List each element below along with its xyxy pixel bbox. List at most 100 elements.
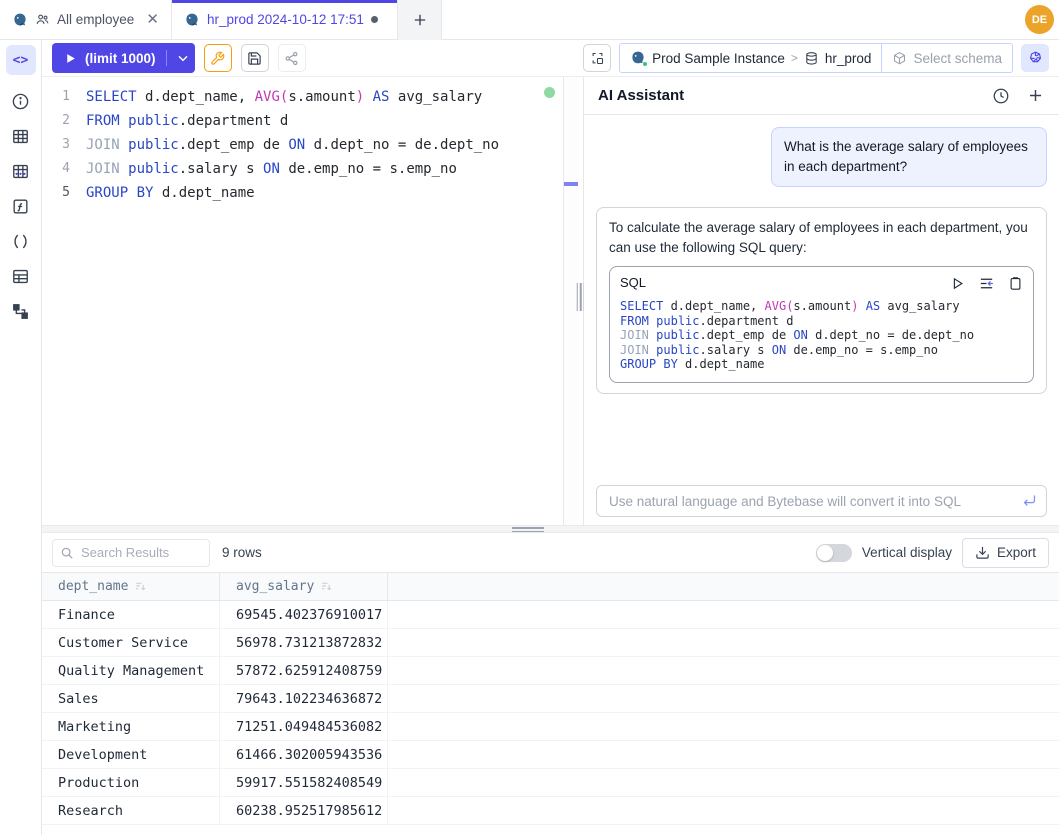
table-row[interactable]: Research60238.952517985612 [42, 797, 1059, 825]
results-grid: dept_name avg_salary Finance69545.4023769… [42, 572, 1059, 835]
tab-all-employee[interactable]: All employee ✕ [0, 0, 172, 39]
editor-line[interactable]: 4JOIN public.salary s ON de.emp_no = s.e… [42, 157, 563, 181]
sql-editor-window: All employee ✕ hr_prod 2024-10-12 17:51 … [0, 0, 1059, 835]
schema-cube-icon [892, 51, 907, 66]
schema-diagram-icon[interactable] [11, 301, 31, 321]
admin-wrench-button[interactable] [204, 44, 232, 72]
share-icon [284, 51, 299, 66]
wrench-icon [210, 51, 225, 66]
line-number: 3 [42, 133, 86, 157]
connection-status-dot [544, 87, 555, 98]
tab-label: All employee [57, 12, 134, 27]
table-cell-filler [388, 797, 1059, 824]
search-results-input[interactable] [52, 539, 210, 567]
ai-natural-language-input[interactable] [596, 485, 1047, 517]
table-row[interactable]: Customer Service56978.731213872832 [42, 629, 1059, 657]
search-icon [60, 546, 74, 560]
tab-label: hr_prod 2024-10-12 17:51 [207, 12, 364, 27]
shared-sheet-icon [35, 12, 50, 27]
tab-bar: All employee ✕ hr_prod 2024-10-12 17:51 … [0, 0, 1059, 40]
database-icon [804, 51, 819, 66]
button-divider [166, 50, 167, 66]
line-number: 1 [42, 85, 86, 109]
connection-selector[interactable]: Prod Sample Instance > hr_prod [619, 43, 882, 73]
column-header-dept_name[interactable]: dept_name [42, 573, 220, 600]
column-header-avg_salary[interactable]: avg_salary [220, 573, 388, 600]
chevron-down-icon[interactable] [175, 50, 191, 66]
ai-assistant-panel: AI Assistant What is the average salary … [584, 77, 1059, 525]
assistant-intro-text: To calculate the average salary of emplo… [609, 220, 1028, 255]
vertical-display-toggle[interactable] [816, 544, 852, 562]
table-cell: Sales [42, 685, 220, 712]
table-cell: Finance [42, 601, 220, 628]
instance-name: Prod Sample Instance [652, 51, 785, 66]
sql-code-line: GROUP BY d.dept_name [620, 357, 1023, 372]
new-tab-button[interactable] [398, 0, 442, 40]
table-cell-filler [388, 629, 1059, 656]
breadcrumb-separator: > [791, 51, 798, 65]
editor-line[interactable]: 1SELECT d.dept_name, AVG(s.amount) AS av… [42, 85, 563, 109]
table-cell-filler [388, 685, 1059, 712]
table-data-icon[interactable] [11, 161, 31, 181]
table-cell: Research [42, 797, 220, 824]
editor-line[interactable]: 2FROM public.department d [42, 109, 563, 133]
table-cell-filler [388, 741, 1059, 768]
connection-breadcrumb: Prod Sample Instance > hr_prod Select sc… [619, 43, 1013, 73]
sql-code-line: FROM public.department d [620, 314, 1023, 329]
openai-icon[interactable] [1021, 44, 1049, 72]
table-row[interactable]: Production59917.551582408549 [42, 769, 1059, 797]
table-cell-filler [388, 601, 1059, 628]
sort-icon[interactable] [134, 580, 147, 593]
editor-line[interactable]: 5GROUP BY d.dept_name [42, 181, 563, 205]
close-tab-icon[interactable]: ✕ [146, 12, 159, 27]
run-query-button[interactable]: (limit 1000) [52, 43, 195, 73]
editor-toolbar: (limit 1000) Prod Sample Ins [42, 40, 1059, 77]
table-row[interactable]: Finance69545.402376910017 [42, 601, 1059, 629]
row-count: 9 rows [222, 545, 262, 560]
table-cell: 56978.731213872832 [220, 629, 388, 656]
insert-sql-icon[interactable] [978, 275, 995, 292]
enter-return-icon[interactable] [1021, 492, 1038, 509]
tables-icon[interactable] [11, 126, 31, 146]
vertical-display-label: Vertical display [862, 545, 952, 560]
table-cell: 79643.102234636872 [220, 685, 388, 712]
column-label: avg_salary [236, 579, 314, 594]
horizontal-splitter[interactable] [42, 525, 1059, 533]
copy-sql-icon[interactable] [1008, 276, 1023, 291]
table-cell: Development [42, 741, 220, 768]
editor-line[interactable]: 3JOIN public.dept_emp de ON d.dept_no = … [42, 133, 563, 157]
scrollbar-cursor-mark [564, 182, 578, 186]
table-row[interactable]: Quality Management57872.625912408759 [42, 657, 1059, 685]
save-button[interactable] [241, 44, 269, 72]
sql-editor-icon[interactable]: <> [6, 45, 36, 75]
function-icon[interactable] [11, 196, 31, 216]
sql-code-text: SELECT d.dept_name, AVG(s.amount) AS avg… [620, 299, 1023, 372]
sql-block-label: SQL [620, 273, 646, 293]
sort-icon[interactable] [320, 580, 333, 593]
export-button[interactable]: Export [962, 538, 1049, 568]
table-row[interactable]: Sales79643.102234636872 [42, 685, 1059, 713]
external-tables-icon[interactable] [11, 266, 31, 286]
tab-hr-prod[interactable]: hr_prod 2024-10-12 17:51 [172, 0, 398, 39]
postgres-icon [12, 12, 28, 28]
table-cell-filler [388, 769, 1059, 796]
table-row[interactable]: Development61466.302005943536 [42, 741, 1059, 769]
share-button[interactable] [278, 44, 306, 72]
sql-editor[interactable]: 1SELECT d.dept_name, AVG(s.amount) AS av… [42, 77, 563, 525]
info-icon[interactable] [11, 91, 31, 111]
parentheses-icon[interactable] [11, 231, 31, 251]
table-cell: 60238.952517985612 [220, 797, 388, 824]
new-chat-icon[interactable] [1026, 86, 1045, 105]
batch-query-icon [590, 51, 605, 66]
batch-query-button[interactable] [583, 44, 611, 72]
table-row[interactable]: Marketing71251.049484536082 [42, 713, 1059, 741]
line-number: 2 [42, 109, 86, 133]
table-cell-filler [388, 657, 1059, 684]
run-label: (limit 1000) [85, 51, 156, 66]
history-clock-icon[interactable] [992, 87, 1010, 105]
save-icon [247, 51, 262, 66]
select-schema-dropdown[interactable]: Select schema [882, 43, 1013, 73]
run-sql-icon[interactable] [950, 276, 965, 291]
table-cell: 71251.049484536082 [220, 713, 388, 740]
avatar[interactable]: DE [1025, 5, 1054, 34]
